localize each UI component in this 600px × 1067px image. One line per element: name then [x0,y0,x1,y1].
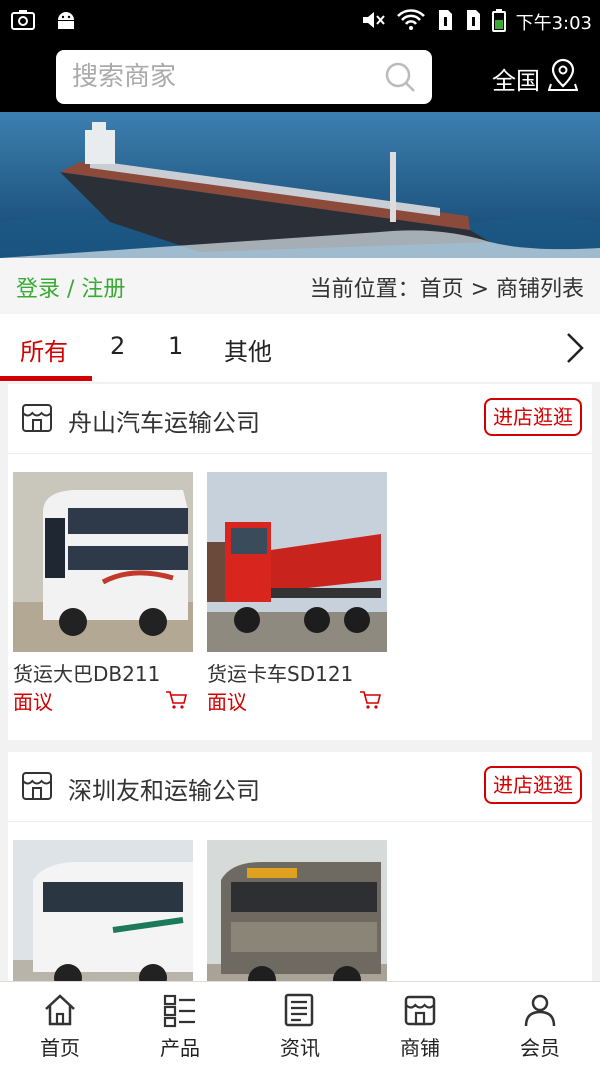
nav-home[interactable]: 首页 [0,982,120,1067]
wifi-icon [396,8,426,36]
store-icon [404,995,436,1026]
search-icon[interactable] [384,61,416,97]
search-input[interactable] [72,50,372,104]
nav-label: 会员 [520,1036,560,1060]
products-icon [163,994,195,1028]
shop-card: 舟山汽车运输公司 进店逛逛 货运大巴DB211 面议 货运卡车SD121 面议 [8,384,592,740]
mute-icon [360,8,386,36]
nav-label: 资讯 [280,1036,320,1060]
visit-shop-button[interactable]: 进店逛逛 [484,766,582,804]
tab-all[interactable]: 所有 [20,332,68,367]
store-icon [20,400,54,438]
store-icon [20,768,54,806]
cart-icon[interactable] [165,690,188,714]
battery-icon [491,8,506,36]
product-name: 货运卡车SD121 [207,662,354,686]
nav-label: 商铺 [400,1036,440,1060]
nav-member[interactable]: 会员 [480,982,600,1067]
tab-other[interactable]: 其他 [224,332,272,367]
product-price: 面议 [13,690,53,714]
category-tabs: 所有 2 1 其他 [0,314,600,382]
news-icon [284,993,314,1027]
location-pin-icon [547,58,579,98]
product-item[interactable]: 货运卡车SD121 面议 [207,472,387,714]
product-image[interactable] [13,472,193,652]
member-icon [524,994,556,1027]
header: 全国 [0,42,600,112]
product-item[interactable]: 货运大巴DB211 面议 [13,472,193,714]
cart-icon[interactable] [359,690,382,714]
nav-news[interactable]: 资讯 [240,982,360,1067]
breadcrumb: 当前位置：首页 > 商铺列表 [309,277,584,302]
product-image[interactable] [207,472,387,652]
bottom-nav: 首页 产品 资讯 商铺 会员 [0,981,600,1067]
breadcrumb-bar: 登录 / 注册 当前位置：首页 > 商铺列表 [0,258,600,314]
sim-icon [464,8,482,36]
android-icon [54,8,78,36]
shop-card-header: 舟山汽车运输公司 进店逛逛 [8,384,592,454]
shop-name[interactable]: 深圳友和运输公司 [68,771,260,806]
product-name: 货运大巴DB211 [13,662,161,686]
home-icon [45,994,75,1026]
tab-1[interactable]: 1 [168,332,183,360]
nav-label: 首页 [40,1036,80,1060]
screenshot-icon [10,8,36,36]
login-register-link[interactable]: 登录 / 注册 [16,271,125,303]
product-price: 面议 [207,690,247,714]
shop-card-header: 深圳友和运输公司 进店逛逛 [8,752,592,822]
chevron-right-icon[interactable] [564,330,586,370]
banner-image[interactable] [0,112,600,258]
status-bar: 下午3:03 [0,0,600,42]
sim-icon [436,8,454,36]
app-root: 下午3:03 全国 [0,0,600,1067]
shop-card: 深圳友和运输公司 进店逛逛 [8,752,592,1020]
tab-underline [0,376,92,381]
nav-products[interactable]: 产品 [120,982,240,1067]
visit-shop-button[interactable]: 进店逛逛 [484,398,582,436]
search-box[interactable] [56,50,432,104]
nav-store[interactable]: 商铺 [360,982,480,1067]
region-selector[interactable]: 全国 [492,58,579,98]
status-time: 下午3:03 [515,13,592,34]
shop-name[interactable]: 舟山汽车运输公司 [68,403,260,438]
tab-2[interactable]: 2 [110,332,125,360]
region-label: 全国 [492,66,540,95]
nav-label: 产品 [160,1036,200,1060]
